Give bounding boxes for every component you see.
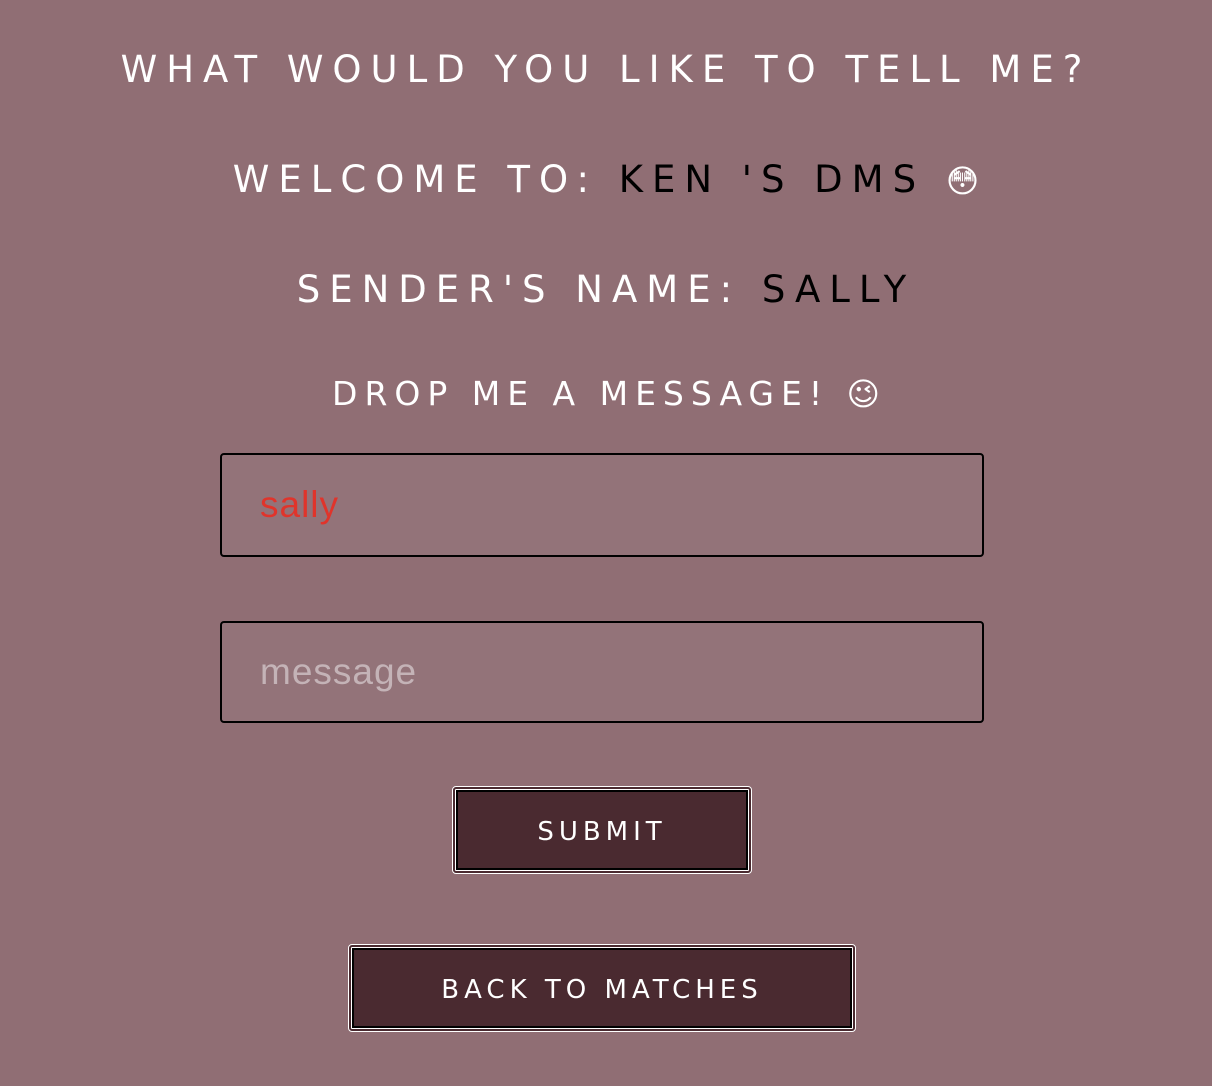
page-title: What would you like to tell me? [120,48,1092,91]
sender-name: sally [761,268,916,311]
recipient-name: Ken 's DMs [618,158,926,201]
message-input[interactable] [220,621,984,723]
back-to-matches-button[interactable]: Back to matches [348,944,856,1032]
message-prompt: Drop me a message! 😉 [0,372,1212,416]
sender-name-input[interactable] [220,453,984,557]
message-prompt-text: Drop me a message! [332,374,830,413]
sender-label: Sender's name: [296,268,742,311]
submit-button-label: Submit [456,790,748,870]
welcome-heading: Welcome to: Ken 's DMs 😳 [0,156,1212,205]
flushed-face-icon: 😳 [945,162,980,200]
submit-button[interactable]: Submit [452,786,752,874]
welcome-label: Welcome to: [232,158,598,201]
back-to-matches-label: Back to matches [352,948,852,1028]
winking-face-icon: 😉 [846,375,880,413]
sender-heading: Sender's name: sally [0,266,1212,314]
